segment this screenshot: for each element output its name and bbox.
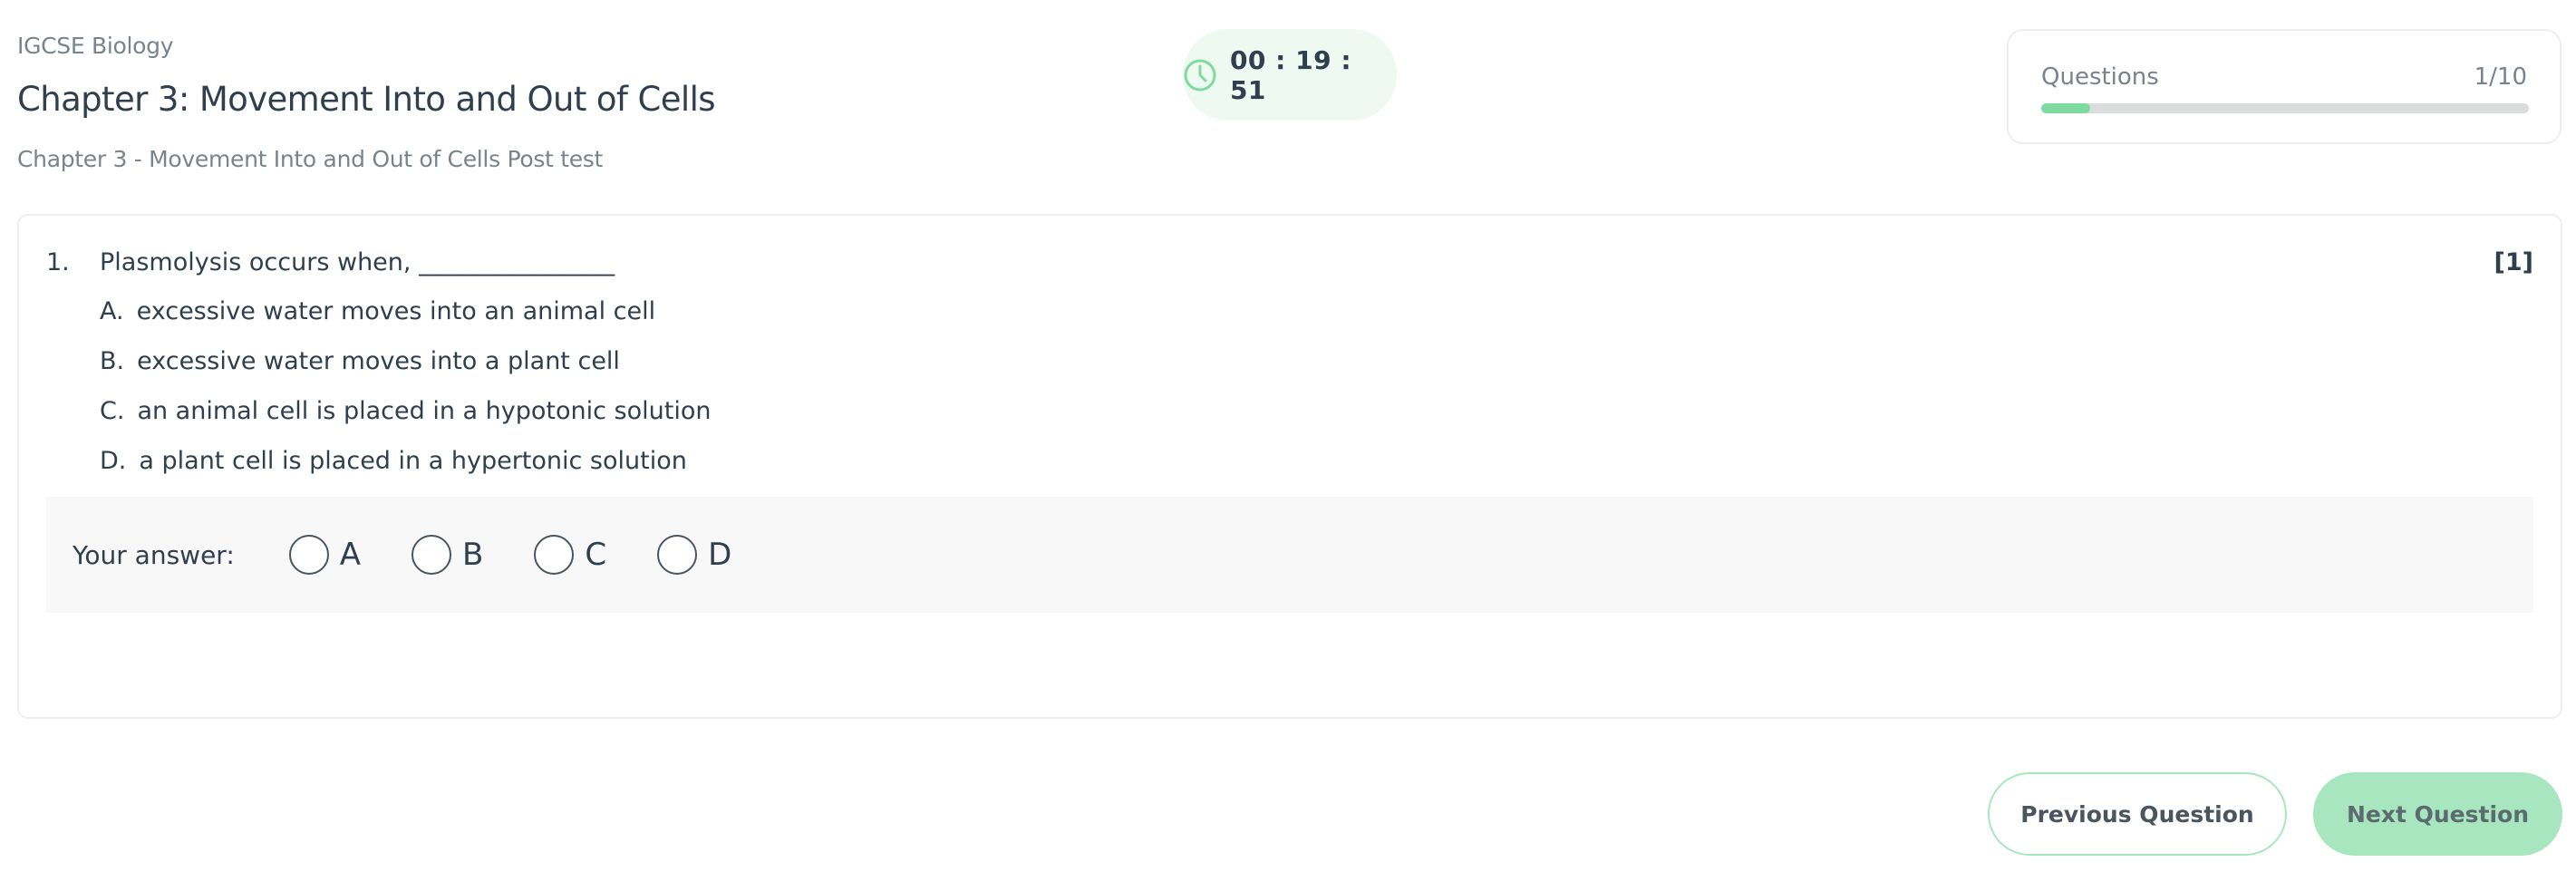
answer-radio-b[interactable]: B xyxy=(412,535,483,575)
answer-radio-c[interactable]: C xyxy=(534,535,606,575)
radio-label: D xyxy=(708,537,732,573)
clock-icon xyxy=(1184,59,1216,91)
radio-circle[interactable] xyxy=(288,535,329,575)
progress-fill xyxy=(2041,103,2090,113)
answer-radio-d[interactable]: D xyxy=(657,535,731,575)
radio-circle[interactable] xyxy=(534,535,575,575)
question-marks: [1] xyxy=(2494,248,2533,276)
radio-circle[interactable] xyxy=(412,535,452,575)
option-c: C. an animal cell is placed in a hypoton… xyxy=(100,397,711,425)
option-letter: D. xyxy=(100,447,127,475)
test-page: IGCSE Biology Chapter 3: Movement Into a… xyxy=(0,0,2576,872)
radio-circle[interactable] xyxy=(657,535,698,575)
option-text: an animal cell is placed in a hypotonic … xyxy=(137,397,712,425)
next-question-button[interactable]: Next Question xyxy=(2313,772,2562,856)
subject-label: IGCSE Biology xyxy=(17,33,174,59)
option-text: excessive water moves into an animal cel… xyxy=(136,297,656,325)
answer-bar: Your answer: A B C D xyxy=(46,497,2533,613)
option-letter: B. xyxy=(100,347,125,375)
timer: 00 : 19 : 51 xyxy=(1183,29,1397,121)
answer-radio-a[interactable]: A xyxy=(288,535,362,575)
question-text: Plasmolysis occurs when, _______________… xyxy=(100,248,615,276)
option-letter: A. xyxy=(100,297,124,325)
previous-question-button[interactable]: Previous Question xyxy=(1988,772,2287,856)
page-title: Chapter 3: Movement Into and Out of Cell… xyxy=(17,80,716,119)
timer-value: 00 : 19 : 51 xyxy=(1229,44,1352,105)
progress-track xyxy=(2041,103,2529,113)
answer-radio-group: A B C D xyxy=(288,535,758,575)
option-d: D. a plant cell is placed in a hypertoni… xyxy=(100,447,687,475)
radio-label: A xyxy=(339,537,362,573)
question-card: 1. Plasmolysis occurs when, ____________… xyxy=(17,214,2562,719)
option-text: excessive water moves into a plant cell xyxy=(137,347,620,375)
progress-count: 1/10 xyxy=(2474,63,2527,91)
radio-label: B xyxy=(462,537,484,573)
answer-label: Your answer: xyxy=(73,539,235,570)
option-letter: C. xyxy=(100,397,125,425)
radio-label: C xyxy=(585,537,607,573)
option-a: A. excessive water moves into an animal … xyxy=(100,297,655,325)
option-b: B. excessive water moves into a plant ce… xyxy=(100,347,620,375)
question-number: 1. xyxy=(46,248,70,276)
test-name: Chapter 3 - Movement Into and Out of Cel… xyxy=(17,146,604,172)
progress-card: Questions 1/10 xyxy=(2007,29,2561,144)
progress-label: Questions xyxy=(2041,63,2159,91)
option-text: a plant cell is placed in a hypertonic s… xyxy=(139,447,687,475)
